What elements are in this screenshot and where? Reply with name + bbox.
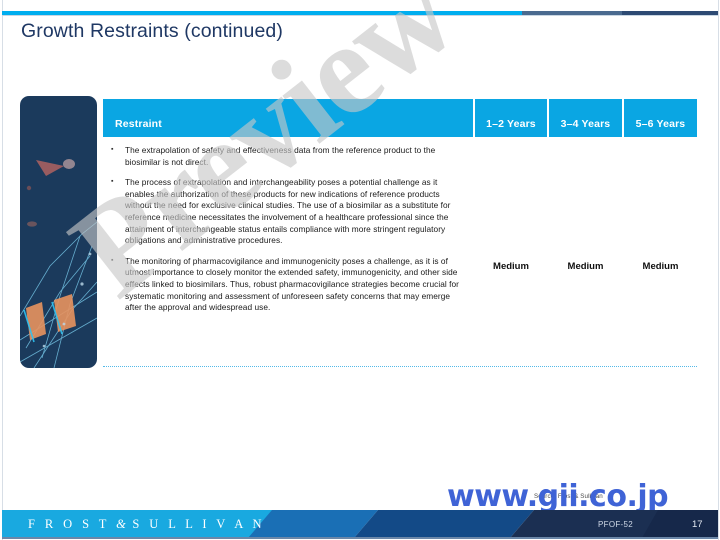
slide-border-right [718, 0, 719, 540]
list-item: The process of extrapolation and interch… [109, 176, 465, 247]
site-watermark: www.gii.co.jp [447, 479, 669, 514]
brand-logo: F R O S T & S U L L I V A N [28, 517, 265, 532]
top-hairline [2, 15, 718, 16]
footer-segment-blue-2 [354, 510, 534, 538]
cell-rating-3-4-years: Medium [567, 260, 604, 272]
slide-border-left [2, 0, 3, 540]
cell-rating-5-6-years: Medium [642, 260, 679, 272]
abstract-network-graphic [20, 159, 97, 368]
table-row-divider [103, 366, 697, 367]
column-header-3-4-years: 3–4 Years [549, 99, 622, 137]
table-header-row: Restraint 1–2 Years 3–4 Years 5–6 Years [103, 99, 698, 137]
cell-restraint-bullets: The extrapolation of safety and effectiv… [103, 137, 473, 395]
restraint-bullet-list: The extrapolation of safety and effectiv… [109, 144, 465, 314]
list-item: The monitoring of pharmacovigilance and … [109, 255, 465, 314]
column-header-restraint: Restraint [103, 99, 473, 137]
page-title: Growth Restraints (continued) [21, 20, 283, 42]
brand-frost: F R O S T [28, 517, 110, 531]
page-number: 17 [692, 519, 703, 530]
document-code: PFOF-52 [598, 520, 633, 529]
footer-underline [2, 537, 718, 539]
brand-sullivan: S U L L I V A N [132, 517, 265, 531]
decorative-image-panel [20, 96, 97, 368]
slide-canvas: Growth Restraints (continued) Restraint … [0, 0, 720, 540]
cell-rating-1-2-years: Medium [493, 260, 529, 272]
restraint-table: Restraint 1–2 Years 3–4 Years 5–6 Years … [103, 99, 698, 395]
column-header-1-2-years: 1–2 Years [475, 99, 547, 137]
column-header-5-6-years: 5–6 Years [624, 99, 697, 137]
list-item: The extrapolation of safety and effectiv… [109, 144, 465, 168]
table-row: The extrapolation of safety and effectiv… [103, 137, 698, 395]
brand-ampersand: & [116, 517, 126, 531]
